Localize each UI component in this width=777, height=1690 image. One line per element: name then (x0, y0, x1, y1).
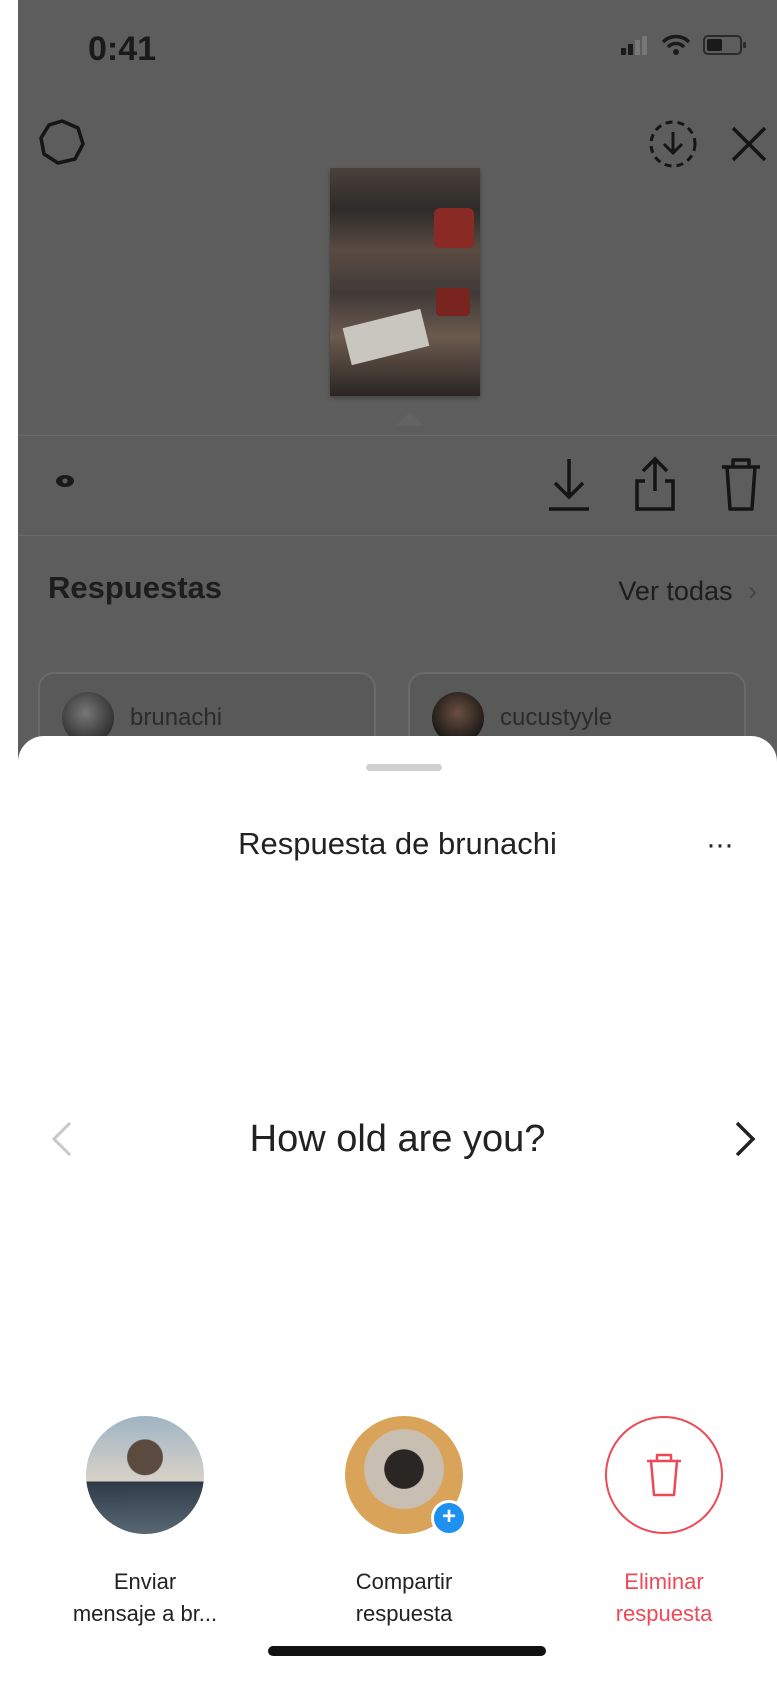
response-username: brunachi (130, 704, 223, 731)
eye-icon[interactable] (54, 473, 76, 489)
story-thumbnail[interactable] (330, 168, 480, 396)
status-bar: 0:41 (18, 0, 777, 110)
chevron-right-icon[interactable] (733, 1119, 759, 1159)
avatar: + (345, 1416, 467, 1536)
sheet-title: Respuesta de brunachi (238, 826, 557, 861)
question-text: How old are you? (249, 1118, 546, 1160)
more-options-icon[interactable]: ··· (706, 828, 734, 862)
save-icon[interactable] (647, 118, 699, 170)
phone-screen: 0:41 Respuestas Ver todas › brunachi cuc… (18, 0, 777, 1690)
view-all-label: Ver todas (618, 576, 733, 606)
download-icon[interactable] (547, 455, 591, 513)
trash-icon (647, 1453, 681, 1497)
response-sheet: Respuesta de brunachi ··· How old are yo… (18, 736, 777, 1690)
home-indicator[interactable] (268, 1646, 546, 1656)
trash-icon[interactable] (719, 455, 763, 513)
chevron-right-icon: › (748, 576, 757, 606)
thumbnail-detail (434, 208, 474, 248)
sheet-grabber[interactable] (366, 764, 442, 771)
send-message-button[interactable]: Enviar mensaje a br... (25, 1416, 265, 1630)
share-response-label: Compartir respuesta (355, 1569, 453, 1626)
share-response-button[interactable]: + Compartir respuesta (284, 1416, 524, 1630)
delete-response-button[interactable]: Eliminar respuesta (544, 1416, 777, 1630)
cellular-signal-icon (621, 36, 647, 55)
response-username: cucustyyle (500, 704, 613, 731)
story-action-row (18, 435, 777, 535)
top-right-icons (647, 118, 769, 170)
thumbnail-detail (436, 288, 470, 316)
view-all-link[interactable]: Ver todas › (618, 576, 757, 607)
send-message-label: Enviar mensaje a br... (72, 1569, 218, 1626)
plus-icon: + (431, 1500, 467, 1536)
delete-response-label: Eliminar respuesta (615, 1569, 713, 1626)
status-time: 0:41 (88, 30, 157, 68)
divider (18, 535, 777, 536)
status-icons (621, 34, 747, 56)
avatar (86, 1416, 204, 1534)
delete-circle (605, 1416, 723, 1534)
story-action-icons (547, 455, 763, 513)
wifi-icon (661, 34, 691, 55)
responses-header: Respuestas (48, 570, 223, 605)
battery-icon (703, 35, 746, 55)
thumbnail-card (342, 308, 430, 366)
thumbnail-pointer (396, 412, 424, 426)
settings-icon[interactable] (38, 118, 86, 171)
share-icon[interactable] (633, 455, 677, 513)
close-icon[interactable] (729, 124, 769, 164)
